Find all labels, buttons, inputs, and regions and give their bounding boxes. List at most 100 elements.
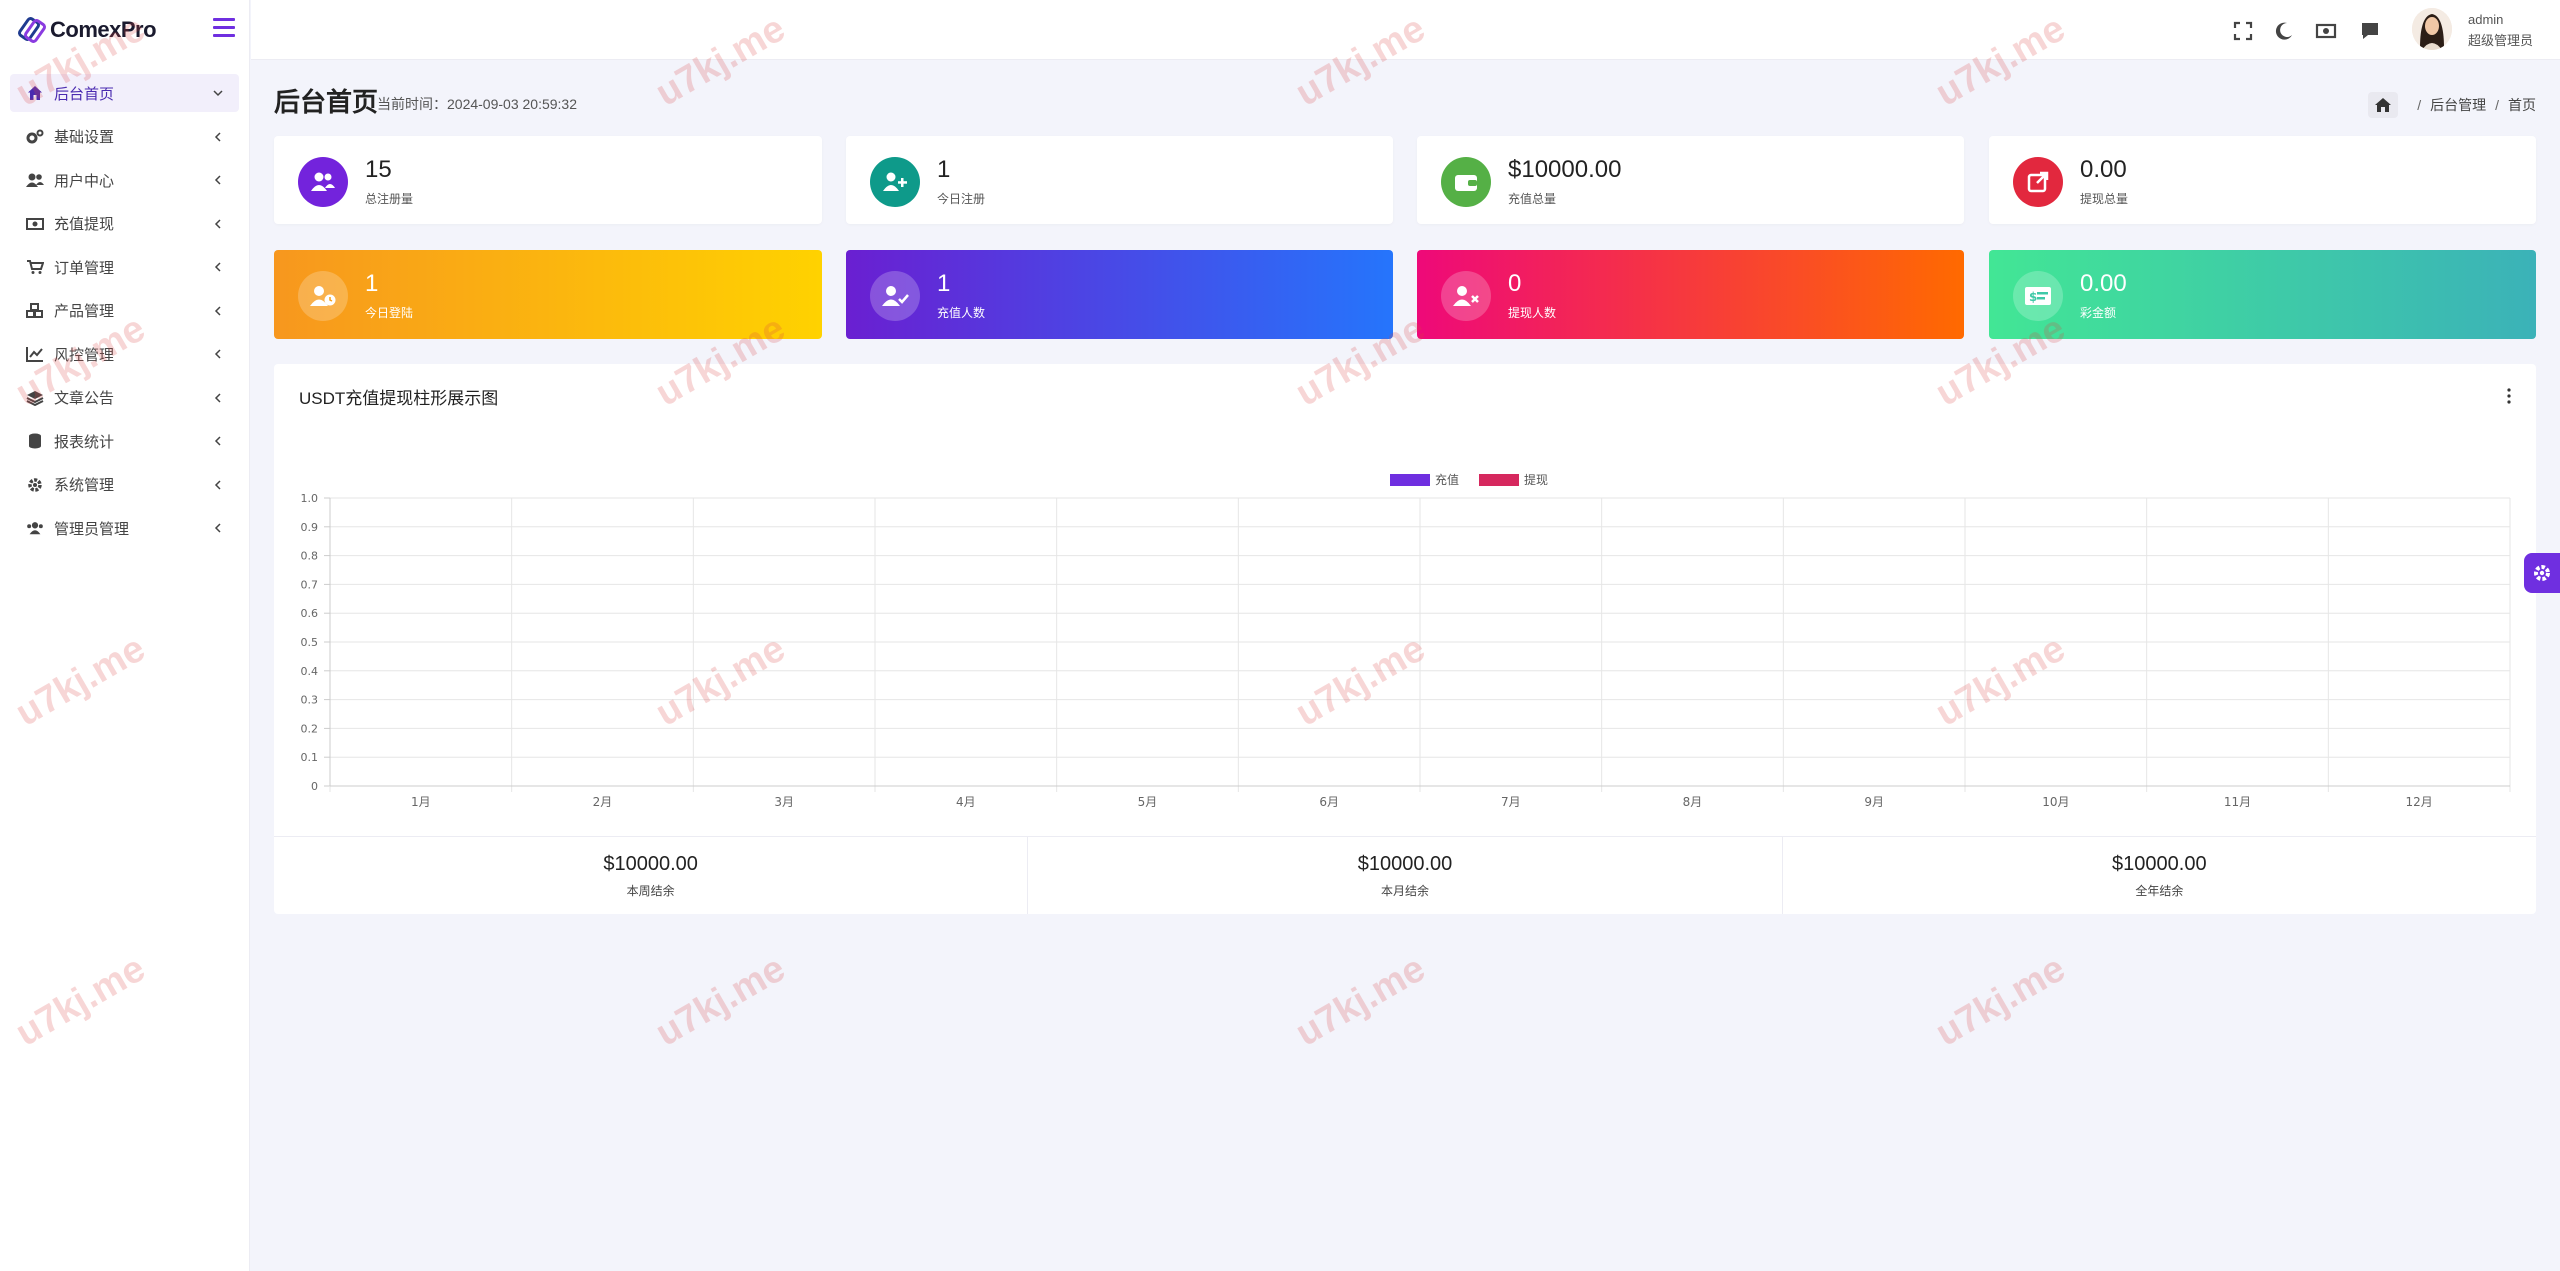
stat-label: 今日登陆 — [365, 306, 414, 320]
external-link-icon — [2013, 157, 2063, 207]
chevron-left-icon — [214, 305, 221, 316]
brand[interactable]: ComexPro — [0, 0, 249, 60]
user-name[interactable]: admin — [2468, 12, 2503, 27]
wallet-icon — [1441, 157, 1491, 207]
sidebar-item-recharge-withdraw[interactable]: 充值提现 — [10, 205, 239, 243]
sidebar-item-user-center[interactable]: 用户中心 — [10, 161, 239, 199]
y-tick-label: 1.0 — [301, 492, 319, 505]
sidebar-item-risk-control[interactable]: 风控管理 — [10, 335, 239, 373]
hamburger-menu-icon[interactable] — [213, 18, 235, 38]
layers-icon — [26, 389, 44, 407]
gear-icon — [2534, 565, 2550, 581]
sidebar-item-system[interactable]: 系统管理 — [10, 466, 239, 504]
money-card-icon: $ — [2013, 271, 2063, 321]
watermark-text: u7kj.me — [1928, 947, 2073, 1055]
stat-value: 1 — [937, 156, 951, 183]
x-tick-label: 7月 — [1501, 795, 1521, 809]
x-tick-label: 1月 — [411, 795, 431, 809]
sidebar-item-label: 风控管理 — [54, 346, 115, 364]
cogs-icon — [26, 128, 44, 146]
chevron-left-icon — [214, 262, 221, 272]
y-tick-label: 0.5 — [301, 636, 319, 649]
chevron-down-icon — [213, 90, 223, 97]
sidebar-item-label: 产品管理 — [54, 303, 115, 320]
sidebar-item-label: 报表统计 — [54, 433, 115, 451]
avatar[interactable] — [2412, 8, 2452, 50]
breadcrumb-item-current: 首页 — [2508, 97, 2536, 113]
cart-icon — [26, 258, 44, 276]
breadcrumb-item[interactable]: 后台管理 — [2430, 95, 2486, 115]
summary-value: $10000.00 — [1357, 853, 1453, 875]
sidebar-item-admins[interactable]: 管理员管理 — [10, 509, 239, 547]
stat-value: $10000.00 — [1508, 156, 1622, 183]
sidebar-item-basic-settings[interactable]: 基础设置 — [10, 118, 239, 156]
watermark-text: u7kj.me — [1288, 947, 1433, 1055]
legend-swatch — [1390, 474, 1430, 486]
message-icon[interactable] — [2359, 20, 2381, 42]
users-icon — [26, 171, 44, 189]
home-icon — [26, 84, 44, 102]
user-clock-icon — [298, 271, 348, 321]
bar-chart: 充值 提现 0 0.1 0.2 0.3 0.4 0.5 0.6 0.7 0.8 0.9 1.0 1月 2月 3… — [301, 472, 2511, 809]
stat-label: 提现总量 — [2080, 192, 2129, 206]
stat-card-withdraw-users: 0 提现人数 — [1417, 250, 1964, 339]
stat-value: 1 — [937, 270, 951, 297]
summary-row: $10000.00 本周结余 $10000.00 本月结余 $10000.00 … — [274, 836, 2536, 914]
x-tick-label: 4月 — [956, 795, 976, 809]
x-tick-label: 10月 — [2042, 795, 2069, 809]
summary-label: 全年结余 — [2135, 884, 2184, 898]
x-tick-label: 9月 — [1864, 795, 1884, 809]
topbar — [251, 0, 2560, 60]
stat-value: 0 — [1508, 270, 1522, 297]
stat-card-today-registrations: 1 今日注册 — [846, 136, 1393, 224]
sidebar-item-reports[interactable]: 报表统计 — [10, 422, 239, 460]
settings-fab[interactable] — [2524, 553, 2560, 593]
sidebar-item-orders[interactable]: 订单管理 — [10, 248, 239, 286]
x-tick-label: 8月 — [1683, 795, 1703, 809]
summary-value: $10000.00 — [2112, 853, 2207, 875]
sidebar-item-products[interactable]: 产品管理 — [10, 292, 239, 330]
stat-card-total-withdraw: 0.00 提现总量 — [1989, 136, 2536, 224]
brand-logo-icon — [18, 16, 46, 44]
y-tick-label: 0.4 — [301, 665, 319, 678]
svg-text:$: $ — [2029, 290, 2037, 304]
summary-month: $10000.00 本月结余 — [1028, 837, 1783, 914]
sidebar-item-label: 文章公告 — [54, 390, 115, 407]
sidebar-item-label: 管理员管理 — [54, 520, 130, 538]
brand-name: ComexPro — [50, 17, 157, 42]
x-tick-label: 11月 — [2224, 795, 2251, 809]
summary-value: $10000.00 — [603, 853, 698, 875]
chevron-left-icon — [214, 392, 221, 403]
y-tick-label: 0.1 — [301, 751, 319, 764]
gear-icon — [26, 476, 44, 494]
stat-card-recharge-users: 1 充值人数 — [846, 250, 1393, 339]
money-icon — [26, 215, 44, 233]
money-icon[interactable] — [2315, 20, 2337, 42]
y-tick-label: 0.6 — [301, 607, 319, 620]
x-tick-label: 5月 — [1138, 795, 1158, 809]
sidebar-item-home[interactable]: 后台首页 — [10, 74, 239, 112]
user-check-icon — [870, 271, 920, 321]
summary-label: 本周结余 — [626, 884, 675, 898]
stat-label: 提现人数 — [1508, 306, 1557, 320]
fullscreen-icon[interactable] — [2232, 20, 2254, 42]
user-group-icon — [26, 519, 44, 537]
stat-card-total-recharge: $10000.00 充值总量 — [1417, 136, 1964, 224]
sidebar-item-label: 用户中心 — [54, 172, 115, 190]
sidebar-item-articles[interactable]: 文章公告 — [10, 379, 239, 417]
user-times-icon — [1441, 271, 1491, 321]
breadcrumb-home-icon[interactable] — [2368, 92, 2399, 118]
sidebar-menu: 后台首页 基础设置 用户中心 充值提现 订单管理 产品管理 风控管理 文章公告 … — [0, 60, 249, 547]
sidebar-item-label: 系统管理 — [54, 477, 115, 494]
current-time: 当前时间：2024-09-03 20:59:32 — [377, 96, 577, 112]
legend-swatch — [1479, 474, 1519, 486]
stat-value: 0.00 — [2080, 270, 2127, 297]
moon-icon[interactable] — [2273, 20, 2295, 42]
stat-value: 0.00 — [2080, 156, 2127, 183]
stat-value: 15 — [365, 156, 392, 183]
x-tick-label: 2月 — [593, 795, 613, 809]
chevron-left-icon — [214, 523, 221, 533]
y-tick-label: 0.9 — [301, 521, 319, 534]
y-tick-label: 0.2 — [301, 722, 319, 735]
summary-label: 本月结余 — [1380, 884, 1429, 898]
